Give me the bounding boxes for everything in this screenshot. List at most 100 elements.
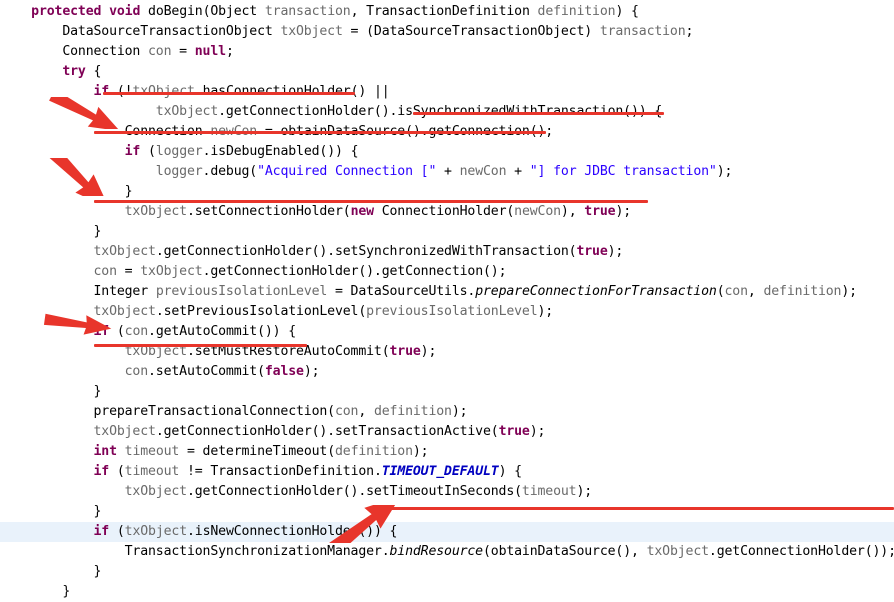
code-line[interactable]: if (txObject.isNewConnectionHolder()) { [0,522,894,542]
code-token: .isDebugEnabled()) { [202,144,359,159]
code-line[interactable]: int timeout = determineTimeout(definitio… [0,442,894,462]
code-token: prepareConnectionForTransaction [475,284,717,299]
code-line[interactable]: if (timeout != TransactionDefinition.TIM… [0,462,894,482]
code-token: txObject [93,304,156,319]
code-line[interactable]: } [0,562,894,582]
code-token: .getConnectionHolder().setSynchronizedWi… [155,244,577,259]
code-token: ); [529,424,546,439]
code-token: ); [615,204,632,219]
code-token: TransactionSynchronizationManager. [124,544,390,559]
code-token: ; [685,24,694,39]
code-line[interactable]: if (con.getAutoCommit()) { [0,322,894,342]
code-line[interactable]: txObject.setConnectionHolder(new Connect… [0,202,894,222]
code-token: .getConnectionHolder().getConnection(); [202,264,507,279]
code-token: ); [420,344,437,359]
code-token: con [724,284,748,299]
code-line[interactable]: txObject.setPreviousIsolationLevel(previ… [0,302,894,322]
code-token: definition [763,284,842,299]
code-token: ), [560,204,585,219]
code-token: ); [576,484,593,499]
code-line[interactable]: prepareTransactionalConnection(con, defi… [0,402,894,422]
code-token: timeout [124,444,180,459]
code-line[interactable]: DataSourceTransactionObject txObject = (… [0,22,894,42]
code-token: "Acquired Connection [" [257,164,437,179]
code-token: txObject [124,204,187,219]
code-line[interactable]: Connection con = null; [0,42,894,62]
code-token: != TransactionDefinition. [179,464,382,479]
underline-set-connection-holder [94,200,648,203]
code-line[interactable]: } [0,382,894,402]
code-line[interactable]: } [0,182,894,202]
code-token: false [264,364,304,379]
code-line[interactable]: txObject.getConnectionHolder().setTransa… [0,422,894,442]
code-token: transaction [599,24,686,39]
code-token: newCon [514,204,561,219]
code-line[interactable]: logger.debug("Acquired Connection [" + n… [0,162,894,182]
code-line[interactable]: txObject.getConnectionHolder().setTimeou… [0,482,894,502]
code-token: .debug( [202,164,258,179]
code-token: ); [412,444,429,459]
code-line[interactable]: TransactionSynchronizationManager.bindRe… [0,542,894,562]
code-token: .setAutoCommit( [148,364,265,379]
code-line[interactable]: if (logger.isDebugEnabled()) { [0,142,894,162]
code-token: con [93,264,117,279]
code-token: ( [716,284,725,299]
code-token: "] for JDBC transaction" [529,164,717,179]
code-token: ConnectionHolder( [373,204,515,219]
code-token: bindResource [389,544,484,559]
code-token: (obtainDataSource(), [482,544,647,559]
code-token: .setPreviousIsolationLevel( [155,304,367,319]
code-token: txObject [155,104,219,119]
code-token: + [506,164,530,179]
code-line[interactable]: con = txObject.getConnectionHolder().get… [0,262,894,282]
code-token: } [124,184,133,199]
code-token: con [334,404,359,419]
code-token: txObject [93,424,156,439]
code-line[interactable]: protected void doBegin(Object transactio… [0,2,894,22]
code-token: TIMEOUT_DEFAULT [381,464,499,479]
code-line[interactable]: try { [0,62,894,82]
code-token: ) { [615,4,639,19]
underline-is-synchronized [413,112,664,115]
code-token: , [747,284,764,299]
code-token: doBegin(Object [140,4,265,19]
code-line[interactable]: txObject.getConnectionHolder().setSynchr… [0,242,894,262]
code-line[interactable]: con.setAutoCommit(false); [0,362,894,382]
code-token: ( [140,144,156,159]
code-token: Integer [93,284,156,299]
code-token: ); [841,284,857,299]
code-token: ); [607,244,624,259]
code-token: ( [109,464,125,479]
underline-has-connection-holder [103,92,355,95]
code-token: .isNewConnectionHolder()) { [187,524,398,539]
code-line[interactable]: } [0,502,894,522]
code-token: ); [451,404,468,419]
code-line[interactable]: Integer previousIsolationLevel = DataSou… [0,282,894,302]
code-line[interactable]: } [0,582,894,602]
code-token: timeout [521,484,577,499]
code-line[interactable]: } [0,222,894,242]
code-token: if [93,324,110,339]
code-token: ) { [498,464,523,479]
code-token: definition [334,444,413,459]
code-token: + [436,164,460,179]
